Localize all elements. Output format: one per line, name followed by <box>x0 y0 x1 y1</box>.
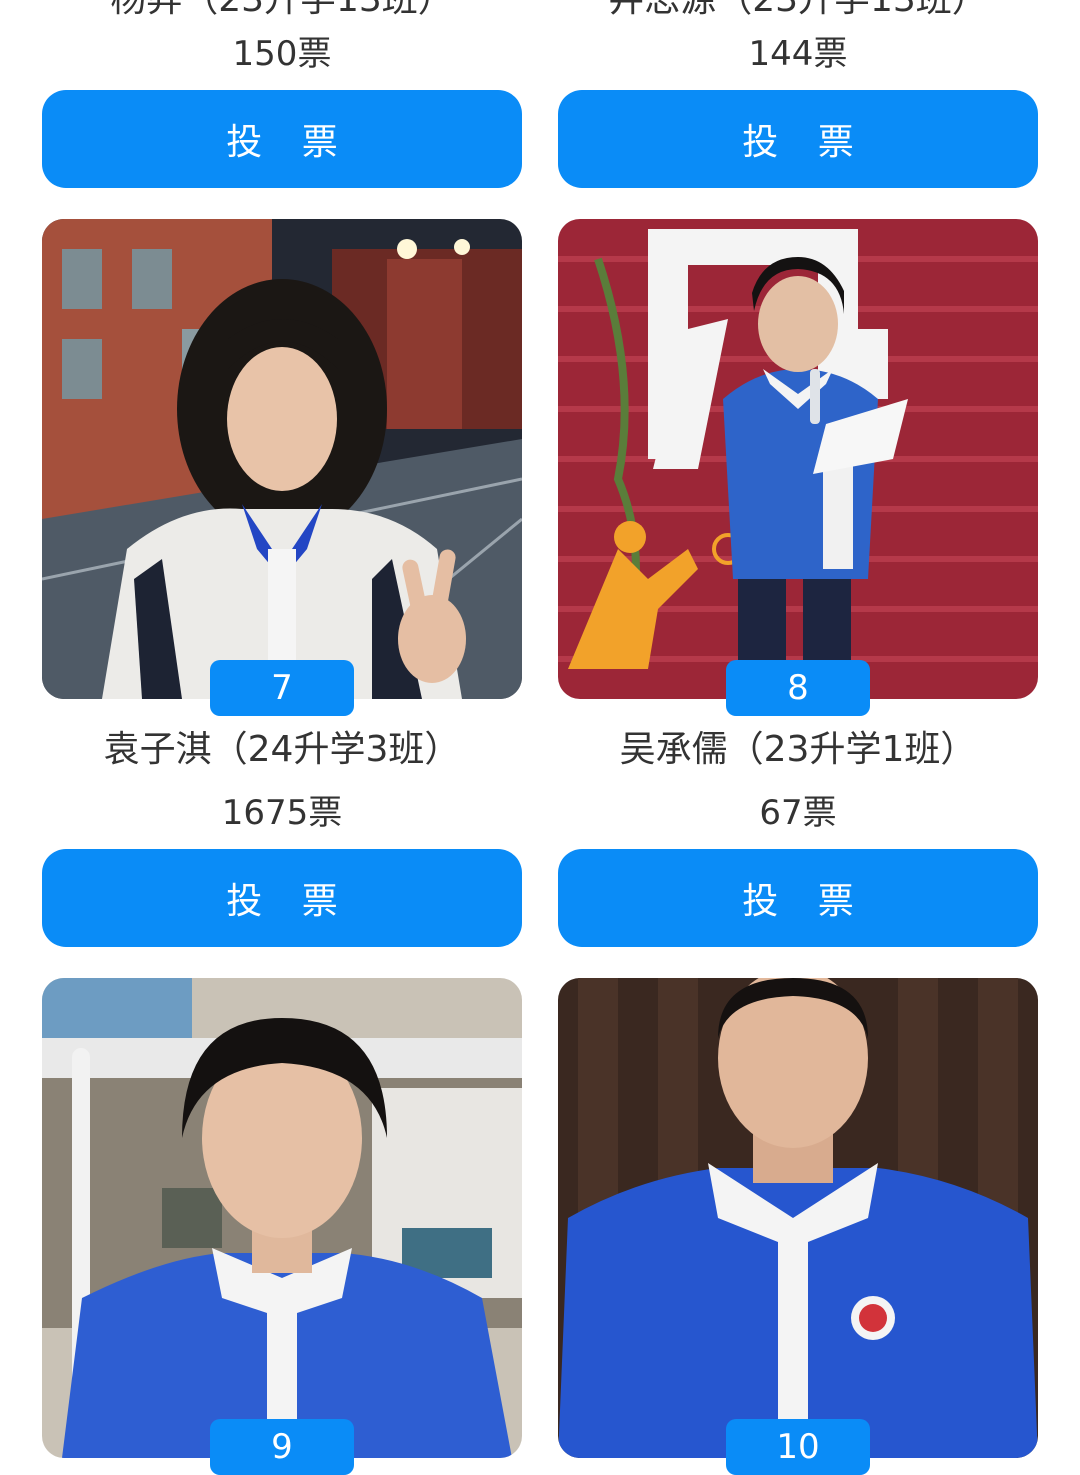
candidate-photo-image <box>42 978 522 1458</box>
candidate-card-7: 7 袁子淇（24升学3班） 1675票 投 票 <box>42 219 522 949</box>
vote-count: 150票 <box>232 34 332 74</box>
candidate-photo-image <box>42 219 522 699</box>
vote-count: 1675票 <box>221 793 343 833</box>
vote-count: 144票 <box>748 34 848 74</box>
candidate-number-badge: 9 <box>210 1419 354 1475</box>
candidate-photo[interactable] <box>42 978 522 1458</box>
candidate-name: 杨昇（23升学13班） <box>42 0 522 22</box>
candidate-card-2: 井思源（23升学13班） 144票 投 票 <box>558 0 1038 190</box>
vote-button[interactable]: 投 票 <box>42 849 522 947</box>
candidate-card-8: 8 吴承儒（23升学1班） 67票 投 票 <box>558 219 1038 949</box>
candidate-photo[interactable] <box>558 219 1038 699</box>
candidate-photo-image <box>558 978 1038 1458</box>
candidate-card-9: 9 <box>42 978 522 1475</box>
candidate-photo[interactable] <box>558 978 1038 1458</box>
vote-button[interactable]: 投 票 <box>42 90 522 188</box>
candidate-card-10: 10 <box>558 978 1038 1475</box>
candidate-photo[interactable] <box>42 219 522 699</box>
candidate-number-badge: 10 <box>726 1419 870 1475</box>
candidate-number-badge: 7 <box>210 660 354 716</box>
candidate-name: 井思源（23升学13班） <box>558 0 1038 22</box>
candidate-name: 吴承儒（23升学1班） <box>619 729 977 770</box>
candidate-card-1: 杨昇（23升学13班） 150票 投 票 <box>42 0 522 190</box>
candidate-photo-image <box>558 219 1038 699</box>
vote-count: 67票 <box>759 793 837 833</box>
vote-button[interactable]: 投 票 <box>558 849 1038 947</box>
candidate-name: 袁子淇（24升学3班） <box>103 729 461 770</box>
candidate-number-badge: 8 <box>726 660 870 716</box>
vote-button[interactable]: 投 票 <box>558 90 1038 188</box>
